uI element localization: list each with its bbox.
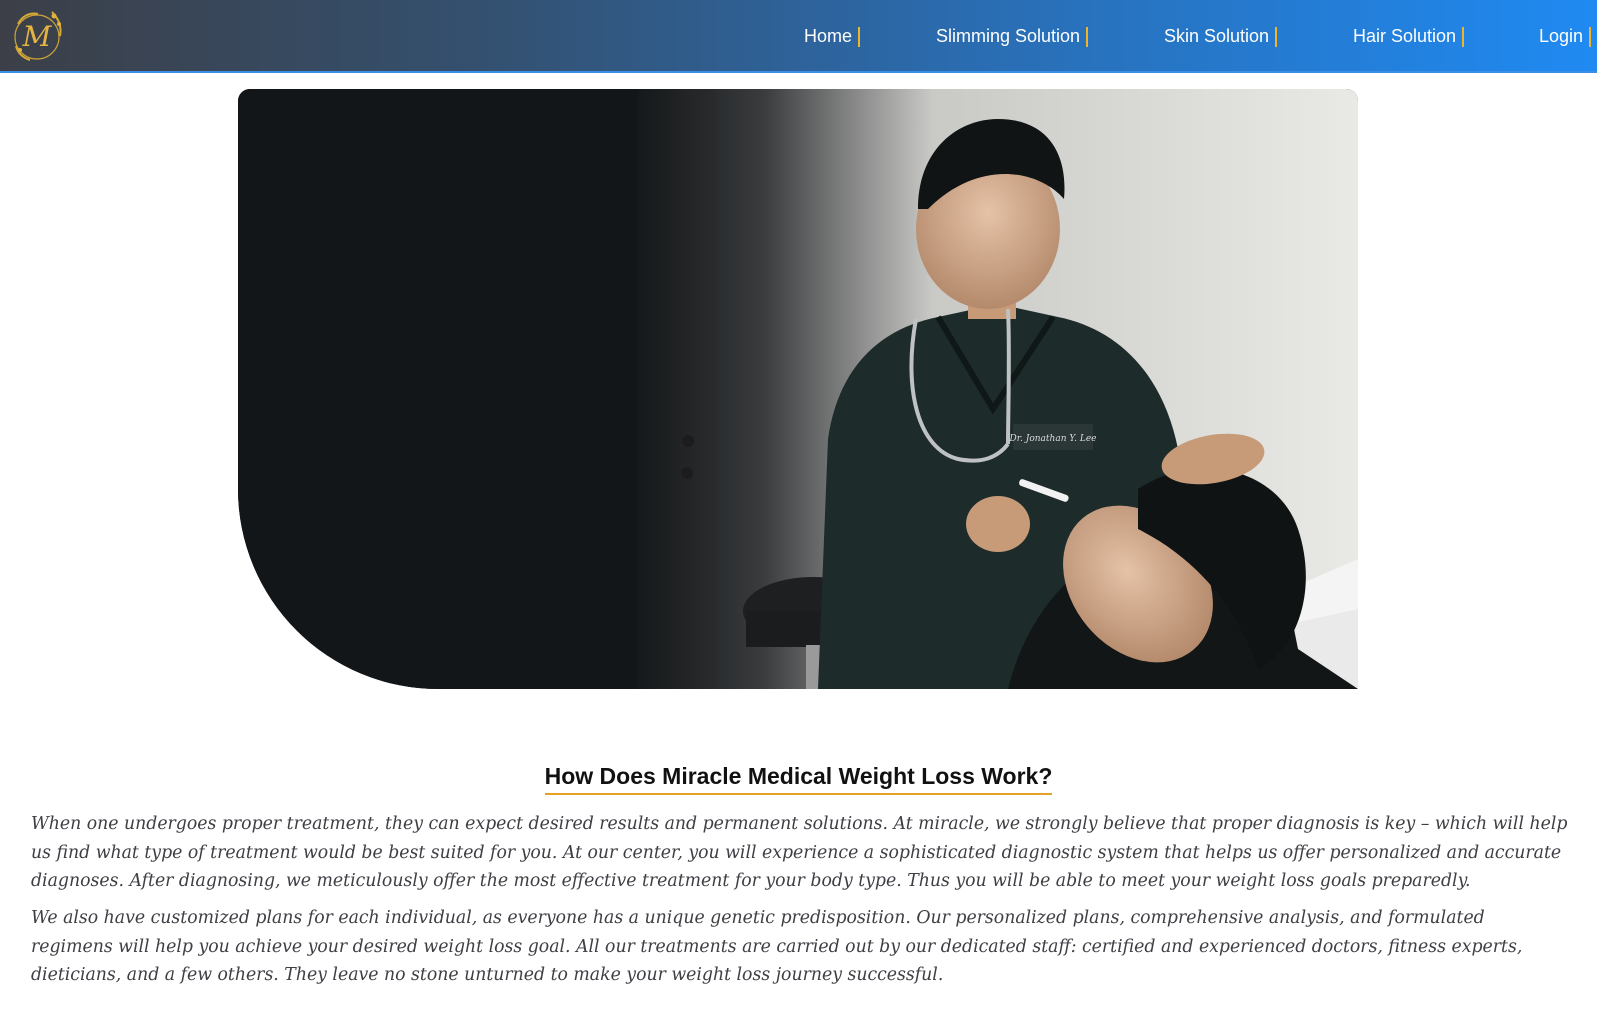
nav-separator	[858, 26, 861, 47]
nav-separator	[1462, 26, 1465, 47]
nav-slimming-label: Slimming Solution	[936, 26, 1081, 46]
hero-image: Dr. Jonathan Y. Lee	[238, 89, 1358, 689]
nav-home-label: Home	[804, 26, 853, 46]
svg-text:M: M	[22, 20, 53, 53]
nav-separator	[1589, 26, 1592, 47]
nav-slimming-solution[interactable]: Slimming Solution	[936, 26, 1089, 47]
nav-login-label: Login	[1539, 26, 1584, 46]
coat-name-text: Dr. Jonathan Y. Lee	[1008, 434, 1096, 444]
nav-hair-solution[interactable]: Hair Solution	[1353, 26, 1465, 47]
nav-separator	[1275, 26, 1278, 47]
section-title: How Does Miracle Medical Weight Loss Wor…	[544, 763, 1053, 795]
body-paragraph-1: When one undergoes proper treatment, the…	[31, 814, 1568, 891]
section-title-wrap: How Does Miracle Medical Weight Loss Wor…	[0, 763, 1597, 795]
top-navbar: M Home Slimming Solution Skin Solution H…	[0, 0, 1597, 73]
nav-separator	[1086, 26, 1089, 47]
nav-skin-solution[interactable]: Skin Solution	[1164, 26, 1278, 47]
nav-skin-label: Skin Solution	[1164, 26, 1270, 46]
nav-hair-label: Hair Solution	[1353, 26, 1457, 46]
body-paragraph-2: We also have customized plans for each i…	[31, 908, 1523, 985]
nav-login[interactable]: Login	[1539, 26, 1592, 47]
nav-home[interactable]: Home	[804, 26, 861, 47]
brand-logo-icon[interactable]: M	[8, 6, 66, 64]
